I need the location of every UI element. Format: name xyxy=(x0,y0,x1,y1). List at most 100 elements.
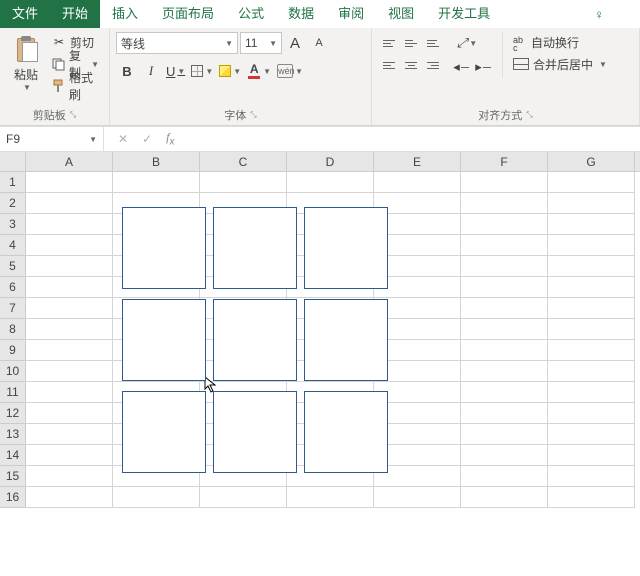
tab-insert[interactable]: 插入 xyxy=(100,0,150,28)
cell[interactable] xyxy=(548,214,635,235)
tab-developer[interactable]: 开发工具 xyxy=(426,0,502,28)
cell[interactable] xyxy=(287,172,374,193)
cell[interactable] xyxy=(26,487,113,508)
cell[interactable] xyxy=(548,424,635,445)
cell[interactable] xyxy=(113,172,200,193)
row-header[interactable]: 7 xyxy=(0,298,25,319)
cell[interactable] xyxy=(461,298,548,319)
cell[interactable] xyxy=(26,193,113,214)
cell[interactable] xyxy=(548,193,635,214)
tab-formula[interactable]: 公式 xyxy=(226,0,276,28)
cell[interactable] xyxy=(26,340,113,361)
cell[interactable] xyxy=(461,214,548,235)
italic-button[interactable]: I xyxy=(140,60,162,82)
align-top-button[interactable] xyxy=(378,32,400,54)
column-header[interactable]: F xyxy=(461,152,548,171)
rectangle-shape[interactable] xyxy=(304,207,388,289)
fill-color-button[interactable]: ▼ xyxy=(217,60,243,82)
tab-file[interactable]: 文件 xyxy=(0,0,50,28)
cell[interactable] xyxy=(26,256,113,277)
cell[interactable] xyxy=(548,445,635,466)
cell[interactable] xyxy=(548,277,635,298)
cell[interactable] xyxy=(113,487,200,508)
cell[interactable] xyxy=(461,487,548,508)
rectangle-shape[interactable] xyxy=(304,391,388,473)
cell[interactable] xyxy=(461,340,548,361)
cell[interactable] xyxy=(26,235,113,256)
row-header[interactable]: 12 xyxy=(0,403,25,424)
row-header[interactable]: 13 xyxy=(0,424,25,445)
chevron-down-icon[interactable]: ▼ xyxy=(23,83,31,92)
row-header[interactable]: 4 xyxy=(0,235,25,256)
column-header[interactable]: E xyxy=(374,152,461,171)
cell[interactable] xyxy=(26,466,113,487)
align-center-button[interactable] xyxy=(400,54,422,76)
cell[interactable] xyxy=(461,361,548,382)
cell[interactable] xyxy=(26,277,113,298)
cell[interactable] xyxy=(26,361,113,382)
cell[interactable] xyxy=(461,235,548,256)
cancel-icon[interactable]: ✕ xyxy=(118,132,128,146)
cell[interactable] xyxy=(26,172,113,193)
tab-review[interactable]: 审阅 xyxy=(326,0,376,28)
tell-me-icon[interactable]: ♀ xyxy=(594,7,604,22)
cell[interactable] xyxy=(26,319,113,340)
cell[interactable] xyxy=(26,424,113,445)
cell[interactable] xyxy=(374,172,461,193)
cell[interactable] xyxy=(200,172,287,193)
select-all-corner[interactable] xyxy=(0,152,26,172)
column-header[interactable]: A xyxy=(26,152,113,171)
cell[interactable] xyxy=(26,214,113,235)
cell[interactable] xyxy=(461,277,548,298)
cell[interactable] xyxy=(548,466,635,487)
rectangle-shape[interactable] xyxy=(122,391,206,473)
align-middle-button[interactable] xyxy=(400,32,422,54)
row-header[interactable]: 6 xyxy=(0,277,25,298)
font-name-combo[interactable]: 等线▼ xyxy=(116,32,238,54)
row-header[interactable]: 1 xyxy=(0,172,25,193)
font-size-combo[interactable]: 11▼ xyxy=(240,32,282,54)
rectangle-shape[interactable] xyxy=(213,207,297,289)
border-button[interactable]: ▼ xyxy=(189,60,215,82)
search-icon[interactable] xyxy=(616,6,630,23)
formula-input[interactable] xyxy=(188,127,640,151)
row-header[interactable]: 14 xyxy=(0,445,25,466)
dialog-launcher-icon[interactable]: ⤡ xyxy=(526,110,532,120)
cell[interactable] xyxy=(461,445,548,466)
cell[interactable] xyxy=(461,466,548,487)
rectangle-shape[interactable] xyxy=(122,299,206,381)
merge-center-button[interactable]: 合并后居中 ▼ xyxy=(509,54,611,74)
row-header[interactable]: 16 xyxy=(0,487,25,508)
wrap-text-button[interactable]: ab c 自动换行 xyxy=(509,32,611,52)
column-header[interactable]: G xyxy=(548,152,635,171)
tab-home[interactable]: 开始 xyxy=(50,0,100,28)
cell[interactable] xyxy=(548,382,635,403)
cell[interactable] xyxy=(461,256,548,277)
cell[interactable] xyxy=(548,487,635,508)
tab-view[interactable]: 视图 xyxy=(376,0,426,28)
cell[interactable] xyxy=(287,487,374,508)
cell[interactable] xyxy=(461,172,548,193)
cell[interactable] xyxy=(26,445,113,466)
row-header[interactable]: 11 xyxy=(0,382,25,403)
cell[interactable] xyxy=(374,487,461,508)
row-header[interactable]: 3 xyxy=(0,214,25,235)
align-right-button[interactable] xyxy=(422,54,444,76)
orientation-button[interactable]: ⤢▼ xyxy=(450,32,484,54)
decrease-font-button[interactable]: A xyxy=(308,32,330,54)
cell[interactable] xyxy=(200,487,287,508)
fx-icon[interactable]: fx xyxy=(166,130,174,147)
column-header[interactable]: C xyxy=(200,152,287,171)
cell[interactable] xyxy=(548,319,635,340)
enter-icon[interactable]: ✓ xyxy=(142,132,152,146)
bold-button[interactable]: B xyxy=(116,60,138,82)
cell[interactable] xyxy=(461,319,548,340)
decrease-indent-button[interactable]: ◂ xyxy=(450,56,472,78)
cell[interactable] xyxy=(548,172,635,193)
cell[interactable] xyxy=(461,403,548,424)
cell[interactable] xyxy=(548,298,635,319)
cell[interactable] xyxy=(548,403,635,424)
row-header[interactable]: 8 xyxy=(0,319,25,340)
cell[interactable] xyxy=(26,298,113,319)
align-left-button[interactable] xyxy=(378,54,400,76)
